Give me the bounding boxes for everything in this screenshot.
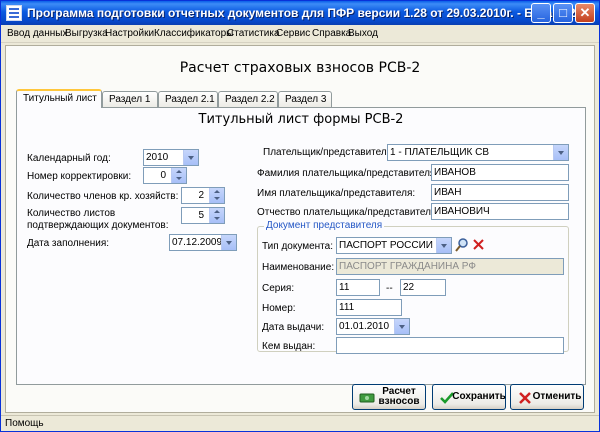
chevron-down-icon[interactable] (221, 235, 236, 250)
tab-title-sheet[interactable]: Титульный лист (16, 89, 102, 108)
lastname-input[interactable]: ИВАНОВ (431, 164, 569, 181)
status-bar: Помощь (1, 415, 599, 431)
year-label: Календарный год: (27, 153, 111, 164)
document-legend: Документ представителя (264, 220, 385, 231)
doc-type-value: ПАСПОРТ РОССИИ (339, 240, 433, 251)
issue-date-label: Дата выдачи: (262, 322, 325, 333)
doc-name-label: Наименование: (262, 262, 335, 273)
number-label: Номер: (262, 303, 296, 314)
lastname-label: Фамилия плательщика/представителя: (257, 168, 439, 179)
menu-data-entry[interactable]: Ввод данных (7, 28, 67, 39)
issued-by-input[interactable] (336, 337, 564, 354)
spinner-icon[interactable] (209, 208, 224, 223)
window-title: Программа подготовки отчетных документов… (27, 6, 576, 20)
page-title: Расчет страховых взносов РСВ-2 (179, 60, 421, 76)
cancel-label: Отменить (532, 391, 582, 402)
close-button[interactable]: ✕ (575, 3, 595, 23)
members-value: 2 (198, 190, 204, 201)
payer-select[interactable]: 1 - ПЛАТЕЛЬЩИК СВ (387, 144, 569, 161)
cancel-icon (517, 391, 533, 405)
chevron-down-icon[interactable] (394, 319, 409, 334)
menu-service[interactable]: Сервис (276, 28, 310, 39)
save-label: Сохранить (452, 391, 506, 402)
payer-value: 1 - ПЛАТЕЛЬЩИК СВ (390, 147, 490, 158)
fill-date-value: 07.12.2009 (172, 237, 223, 248)
money-icon (359, 391, 375, 405)
spinner-icon[interactable] (209, 188, 224, 203)
maximize-button[interactable]: □ (553, 3, 573, 23)
fill-date-picker[interactable]: 07.12.2009 (169, 234, 237, 251)
menu-help[interactable]: Справка (312, 28, 351, 39)
chevron-down-icon[interactable] (436, 238, 451, 253)
tab-section-2-1[interactable]: Раздел 2.1 (158, 91, 218, 107)
save-button[interactable]: Сохранить (432, 384, 506, 410)
correction-value: 0 (160, 170, 166, 181)
correction-stepper[interactable]: 0 (143, 167, 187, 184)
calculate-label: Расчет взносов (378, 386, 420, 407)
members-label: Количество членов кр. хозяйств: (27, 191, 179, 202)
menu-statistics[interactable]: Статистика (227, 28, 280, 39)
date-label: Дата заполнения: (27, 238, 110, 249)
series-separator: -- (386, 283, 393, 294)
status-text: Помощь (5, 418, 44, 429)
tab-section-1[interactable]: Раздел 1 (102, 91, 158, 107)
sheets-label: Количество листов подтверждающих докумен… (27, 208, 169, 231)
sheets-stepper[interactable]: 5 (181, 207, 225, 224)
menu-export[interactable]: Выгрузка (65, 28, 108, 39)
members-stepper[interactable]: 2 (181, 187, 225, 204)
series-label: Серия: (262, 283, 295, 294)
correction-label: Номер корректировки: (27, 171, 132, 182)
number-input[interactable]: 111 (336, 299, 402, 316)
patronymic-label: Отчество плательщика/представителя: (257, 207, 440, 218)
issue-date-value: 01.01.2010 (339, 321, 390, 332)
minimize-button[interactable]: _ (531, 3, 551, 23)
tab-section-3[interactable]: Раздел 3 (278, 91, 332, 107)
doc-name-input: ПАСПОРТ ГРАЖДАНИНА РФ (336, 258, 564, 275)
spinner-icon[interactable] (171, 168, 186, 183)
doc-type-label: Тип документа: (262, 241, 333, 252)
sheets-value: 5 (198, 210, 204, 221)
firstname-input[interactable]: ИВАН (431, 184, 569, 201)
cancel-button[interactable]: Отменить (510, 384, 584, 410)
series-input-1[interactable]: 11 (336, 279, 380, 296)
tab-panel: Титульный лист формы РСВ-2 Календарный г… (16, 107, 586, 385)
search-icon[interactable] (455, 237, 469, 253)
delete-icon[interactable] (472, 238, 485, 251)
main-content: Расчет страховых взносов РСВ-2 Титульный… (5, 45, 595, 413)
issue-date-picker[interactable]: 01.01.2010 (336, 318, 410, 335)
app-icon (6, 5, 22, 21)
panel-title: Титульный лист формы РСВ-2 (198, 112, 404, 127)
menu-exit[interactable]: Выход (348, 28, 378, 39)
chevron-down-icon[interactable] (553, 145, 568, 160)
year-select[interactable]: 2010 (143, 149, 199, 166)
app-window: Программа подготовки отчетных документов… (0, 0, 600, 432)
title-bar: Программа подготовки отчетных документов… (1, 1, 599, 25)
issued-by-label: Кем выдан: (262, 341, 316, 352)
year-value: 2010 (146, 152, 169, 163)
patronymic-input[interactable]: ИВАНОВИЧ (431, 203, 569, 220)
calculate-button[interactable]: Расчет взносов (352, 384, 426, 410)
doc-type-select[interactable]: ПАСПОРТ РОССИИ (336, 237, 452, 254)
document-groupbox: Документ представителя Тип документа: ПА… (257, 220, 569, 354)
menu-classifiers[interactable]: Классификаторы (154, 28, 233, 39)
chevron-down-icon[interactable] (183, 150, 198, 165)
payer-label: Плательщик/представитель: (263, 147, 395, 158)
series-input-2[interactable]: 22 (400, 279, 446, 296)
menu-settings[interactable]: Настройки (105, 28, 154, 39)
tab-section-2-2[interactable]: Раздел 2.2 (218, 91, 278, 107)
menu-bar: Ввод данных Выгрузка Настройки Классифик… (1, 25, 599, 43)
firstname-label: Имя плательщика/представителя: (257, 188, 416, 199)
